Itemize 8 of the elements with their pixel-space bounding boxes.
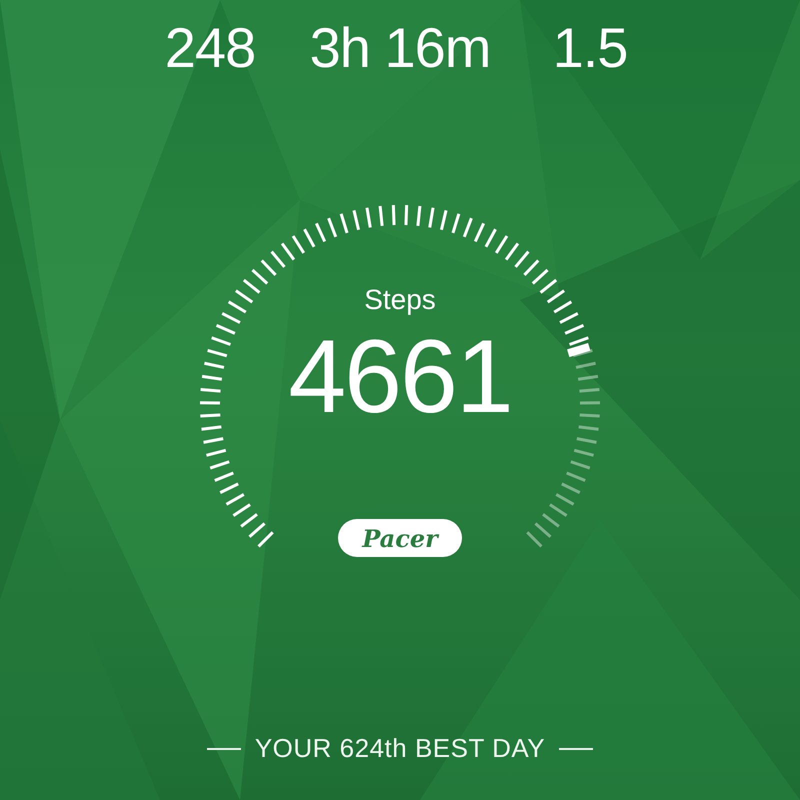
stat-value: 3h 16m xyxy=(310,16,490,80)
brand-logo: Pacer xyxy=(338,519,462,557)
stat-value: 248 xyxy=(164,16,256,80)
steps-label: Steps xyxy=(364,283,436,317)
progress-marker xyxy=(567,342,590,358)
stat-value: 1.5 xyxy=(552,16,628,80)
best-day-rank: YOUR 624th BEST DAY xyxy=(254,733,546,764)
steps-count: 4661 xyxy=(288,318,512,437)
